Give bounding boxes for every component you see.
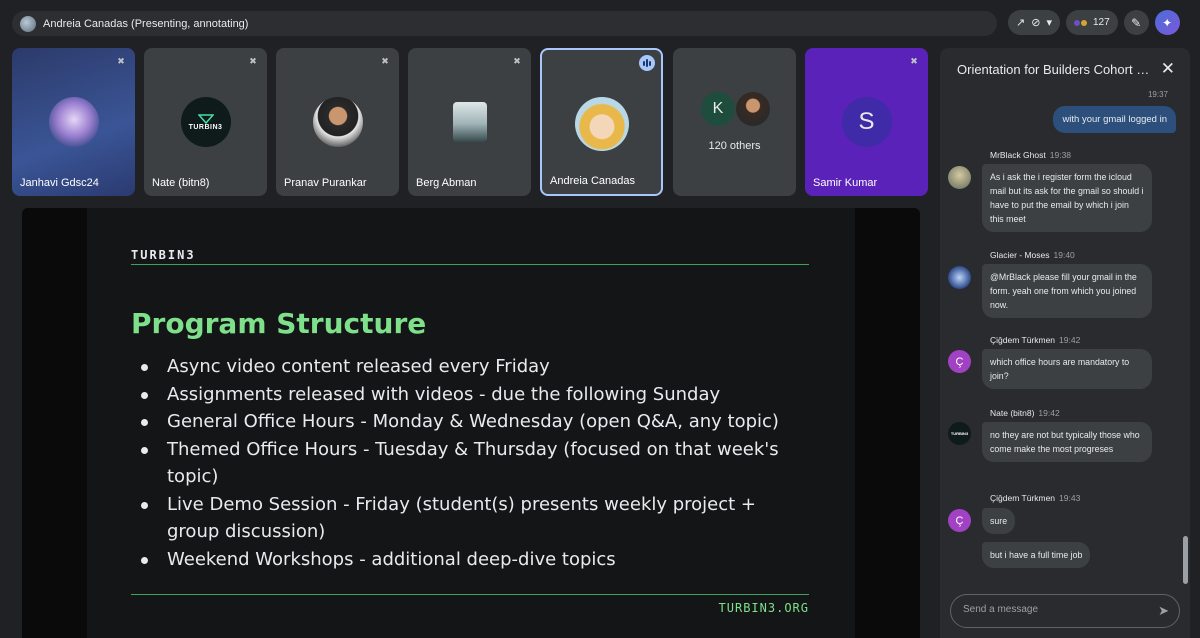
slide-bullet: Async video content released every Frida… [139, 353, 799, 381]
sender-name: Nate (bitn8) [990, 408, 1035, 418]
others-tile[interactable]: K 120 others [673, 48, 796, 196]
message-bubble: As i ask the i register form the icloud … [982, 164, 1152, 232]
slide: TURBIN3 Program Structure Async video co… [87, 208, 855, 638]
message-sender: Glacier - Moses 19:40 [990, 250, 1075, 260]
muted-mic-icon: ✖ [117, 56, 125, 66]
message-bubble: @MrBlack please fill your gmail in the f… [982, 264, 1152, 318]
send-icon[interactable]: ➤ [1158, 603, 1169, 619]
muted-mic-icon: ✖ [249, 56, 257, 66]
logo-text: TURBIN3 [188, 123, 223, 131]
avatar [574, 97, 629, 151]
participant-tile[interactable]: ✖ Pranav Purankar [276, 48, 399, 196]
participant-tile-active[interactable]: Andreia Canadas [540, 48, 663, 196]
annotate-pen-icon[interactable]: ✎ [1123, 10, 1149, 35]
muted-mic-icon: ✖ [513, 56, 521, 66]
presentation-stage: TURBIN3 Program Structure Async video co… [22, 208, 920, 638]
message-time: 19:37 [1147, 90, 1168, 99]
message-composer[interactable]: ➤ [950, 594, 1180, 628]
presenting-banner[interactable]: Andreia Canadas (Presenting, annotating) [12, 11, 997, 36]
message-time: 19:38 [1049, 150, 1072, 160]
avatar: TURBIN3 [948, 422, 971, 445]
participant-tile[interactable]: ✖ TURBIN3 Nate (bitn8) [144, 48, 267, 196]
participant-name: Pranav Purankar [284, 177, 367, 189]
message-time: 19:42 [1038, 408, 1060, 418]
slide-divider-top [131, 264, 809, 265]
slide-bullet: Assignments released with videos - due t… [139, 381, 799, 409]
message-sender: Nate (bitn8) 19:42 [990, 408, 1060, 418]
slide-brand-bottom: TURBIN3.ORG [718, 601, 809, 615]
participant-name: Berg Abman [416, 177, 477, 189]
message-time: 19:40 [1053, 250, 1075, 260]
sender-name: MrBlack Ghost [990, 150, 1046, 160]
top-controls: ↗ ⊘ ▾ 127 ✎ ✦ [1008, 10, 1180, 35]
slide-bullet: General Office Hours - Monday & Wednesda… [139, 408, 799, 436]
slide-bullet-list: Async video content released every Frida… [139, 353, 799, 573]
gemini-sparkle-icon[interactable]: ✦ [1154, 10, 1180, 35]
speaking-indicator-icon [639, 55, 655, 71]
avatar [452, 102, 487, 142]
muted-mic-icon: ✖ [910, 56, 918, 66]
stage-letterbox-right [855, 208, 920, 638]
participant-name: Janhavi Gdsc24 [20, 177, 99, 189]
sender-name: Çiğdem Türkmen [990, 335, 1056, 345]
presenter-label: Andreia Canadas (Presenting, annotating) [43, 17, 249, 30]
participant-name: Samir Kumar [813, 177, 878, 189]
turbin3-logo-icon [197, 113, 214, 124]
message-bubble: sure [982, 508, 1016, 534]
others-count-label: 120 others [708, 140, 761, 152]
message-sender: Çiğdem Türkmen 19:43 [990, 493, 1080, 503]
message-input[interactable] [963, 604, 1143, 615]
avatar [736, 92, 770, 126]
close-icon[interactable]: ✕ [1161, 59, 1175, 79]
chevron-down-icon[interactable]: ▾ [1046, 16, 1052, 29]
sender-name: Çiğdem Türkmen [990, 493, 1056, 503]
participant-name: Andreia Canadas [550, 175, 636, 187]
avatar [48, 97, 99, 147]
participant-avatars-icon [1073, 19, 1087, 26]
chat-panel-title: Orientation for Builders Cohort Q... [957, 62, 1157, 77]
avatar [948, 166, 971, 189]
participant-tile[interactable]: ✖ Berg Abman [408, 48, 531, 196]
avatar [948, 266, 971, 289]
sender-name: Glacier - Moses [990, 250, 1050, 260]
chat-panel: Orientation for Builders Cohort Q... ✕ 1… [940, 48, 1190, 638]
message-time: 19:43 [1059, 493, 1081, 503]
avatar: Ç [948, 509, 971, 532]
own-message-bubble: with your gmail logged in [1053, 106, 1176, 133]
message-sender: MrBlack Ghost 19:38 [990, 150, 1071, 160]
participants-pill[interactable]: 127 [1065, 10, 1118, 35]
participant-name: Nate (bitn8) [152, 177, 210, 189]
participant-tile[interactable]: ✖ Janhavi Gdsc24 [12, 48, 135, 196]
message-time: 19:42 [1059, 335, 1081, 345]
avatar: Ç [948, 350, 971, 373]
slide-title: Program Structure [131, 307, 427, 340]
muted-mic-icon: ✖ [381, 56, 389, 66]
stage-letterbox-left [22, 208, 87, 638]
share-screen-icon[interactable]: ↗ [1016, 16, 1025, 29]
participant-tile[interactable]: ✖ S Samir Kumar [805, 48, 928, 196]
presenter-avatar [20, 15, 36, 32]
message-sender: Çiğdem Türkmen 19:42 [990, 335, 1080, 345]
avatar: K [701, 92, 735, 126]
message-bubble: no they are not but typically those who … [982, 422, 1152, 462]
avatar: S [841, 97, 892, 147]
slide-brand-top: TURBIN3 [131, 248, 196, 262]
chat-scrollbar[interactable] [1183, 536, 1188, 584]
avatar: TURBIN3 [180, 97, 231, 147]
slide-bullet: Weekend Workshops - additional deep-dive… [139, 546, 799, 574]
slide-divider-bottom [131, 594, 809, 595]
slide-bullet: Live Demo Session - Friday (student(s) p… [139, 491, 799, 546]
participant-count: 127 [1092, 17, 1110, 28]
slide-bullet: Themed Office Hours - Tuesday & Thursday… [139, 436, 799, 491]
present-controls-pill[interactable]: ↗ ⊘ ▾ [1008, 10, 1060, 35]
stop-presenting-icon[interactable]: ⊘ [1031, 16, 1040, 29]
avatar [312, 97, 363, 147]
message-bubble: which office hours are mandatory to join… [982, 349, 1152, 389]
message-bubble: but i have a full time job [982, 542, 1091, 568]
